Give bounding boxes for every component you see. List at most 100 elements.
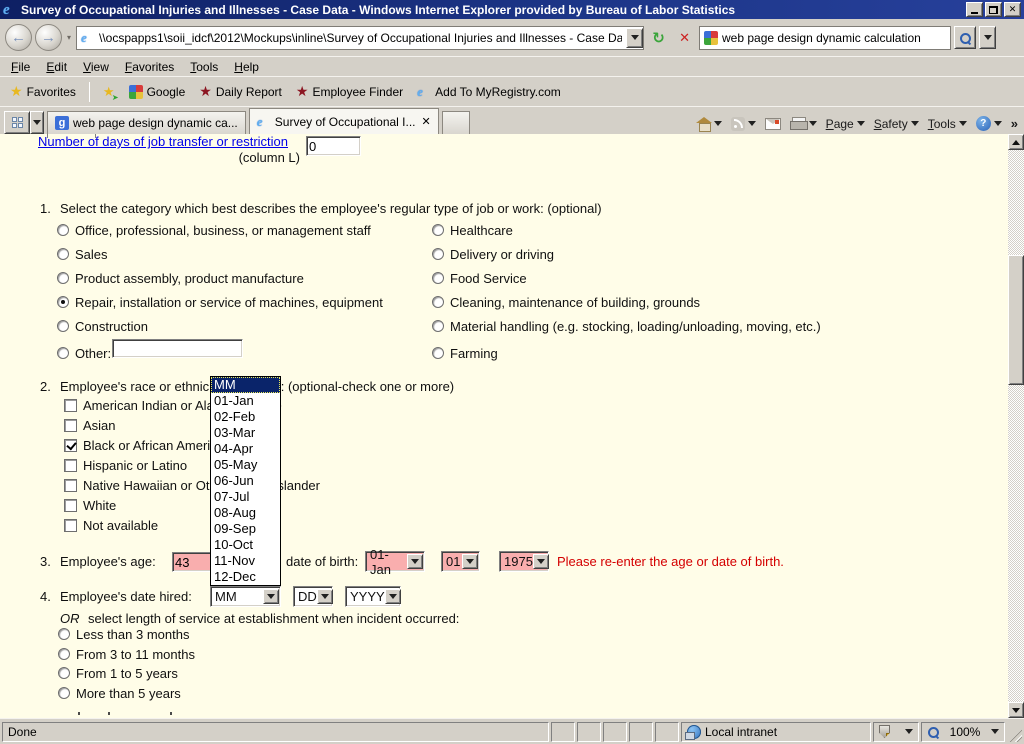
dropdown-item[interactable]: 11-Nov [211,553,280,569]
tab-list-dropdown[interactable] [30,111,44,134]
dropdown-item[interactable]: 05-May [211,457,280,473]
q1-option-selected[interactable]: Repair, installation or service of machi… [57,294,383,310]
menu-edit[interactable]: Edit [38,58,75,76]
q2-option-selected[interactable]: Black or African American [64,437,231,453]
favorites-button[interactable]: ★ Favorites [6,81,80,102]
dropdown-item[interactable]: 02-Feb [211,409,280,425]
stop-button[interactable]: ✕ [673,26,696,49]
menu-favorites[interactable]: Favorites [117,58,182,76]
vertical-scrollbar[interactable] [1008,134,1024,718]
radio-icon[interactable] [432,296,444,308]
radio-icon[interactable] [432,272,444,284]
dropdown-item[interactable]: 06-Jun [211,473,280,489]
radio-icon[interactable] [432,248,444,260]
print-button[interactable] [790,117,817,130]
checkbox-icon[interactable] [64,459,77,472]
q4-option[interactable]: More than 5 years [58,685,181,701]
checkbox-icon[interactable] [64,499,77,512]
q1-option[interactable]: Healthcare [432,222,513,238]
q1-option[interactable]: Food Service [432,270,527,286]
minimize-button[interactable] [966,2,983,17]
dropdown-item-selected[interactable]: MM [211,377,280,393]
read-mail-button[interactable] [765,118,781,130]
dob-year-select[interactable]: 1975 [499,551,549,572]
q4-option[interactable]: From 3 to 11 months [58,646,195,662]
q2-option[interactable]: Not available [64,517,158,533]
tools-menu-button[interactable]: Tools [928,117,967,131]
search-options-dropdown[interactable] [979,26,996,49]
dropdown-item[interactable]: 08-Aug [211,505,280,521]
radio-icon[interactable] [58,648,70,660]
radio-icon[interactable] [57,347,69,359]
dob-month-select[interactable]: 01-Jan [365,551,425,572]
dropdown-item[interactable]: 10-Oct [211,537,280,553]
radio-checked-icon[interactable] [57,296,69,308]
checkbox-icon[interactable] [64,399,77,412]
radio-icon[interactable] [432,320,444,332]
dropdown-item[interactable]: 07-Jul [211,489,280,505]
radio-icon[interactable] [57,320,69,332]
dropdown-button[interactable] [462,554,478,569]
dropdown-button[interactable] [263,589,279,604]
q1-option-other[interactable]: Other: [57,345,111,361]
q1-option[interactable]: Material handling (e.g. stocking, loadin… [432,318,821,334]
q1-option[interactable]: Farming [432,345,498,361]
radio-icon[interactable] [57,248,69,260]
dropdown-item[interactable]: 01-Jan [211,393,280,409]
q1-option[interactable]: Sales [57,246,108,262]
checkbox-icon[interactable] [64,479,77,492]
close-button[interactable]: ✕ [1004,2,1021,17]
q1-other-input[interactable] [112,339,243,358]
tab-survey-active[interactable]: e Survey of Occupational I... ✕ [249,108,439,134]
restore-button[interactable] [985,2,1002,17]
dropdown-item[interactable]: 09-Sep [211,521,280,537]
scroll-down-button[interactable] [1008,702,1024,718]
back-button[interactable]: ← [5,24,32,51]
dropdown-item[interactable]: 12-Dec [211,569,280,585]
checkbox-checked-icon[interactable] [64,439,77,452]
radio-icon[interactable] [58,687,70,699]
home-button[interactable] [696,117,722,130]
favorite-link-daily-report[interactable]: ★ Daily Report [195,81,286,102]
hired-year-select[interactable]: YYYY [345,586,401,607]
add-to-favorites-bar-button[interactable]: ★ [99,82,119,102]
favorite-link-employee-finder[interactable]: ★ Employee Finder [292,81,407,102]
toolbar-overflow-button[interactable]: » [1011,116,1018,131]
forward-button[interactable]: → [35,24,62,51]
dob-day-select[interactable]: 01 [441,551,480,572]
hired-month-select[interactable]: MM [210,586,281,607]
q2-option[interactable]: Hispanic or Latino [64,457,187,473]
menu-tools[interactable]: Tools [182,58,226,76]
zoom-panel[interactable]: 100% [921,722,1005,742]
q1-option[interactable]: Construction [57,318,148,334]
address-dropdown-button[interactable] [626,28,643,48]
q4-option[interactable]: Less than 3 months [58,626,189,642]
radio-icon[interactable] [432,224,444,236]
dropdown-button[interactable] [317,589,333,604]
search-box[interactable]: web page design dynamic calculation [699,26,951,50]
tab-google-search[interactable]: g web page design dynamic ca... [47,111,246,134]
radio-icon[interactable] [57,224,69,236]
checkbox-icon[interactable] [64,419,77,432]
dropdown-button[interactable] [385,589,401,604]
radio-icon[interactable] [58,628,70,640]
radio-icon[interactable] [432,347,444,359]
new-tab-stub[interactable] [442,111,470,134]
dropdown-item[interactable]: 03-Mar [211,425,280,441]
protected-mode-panel[interactable] [873,722,919,742]
q2-option[interactable]: Asian [64,417,116,433]
jobdays-input[interactable] [306,136,361,156]
scrollbar-thumb[interactable] [1008,255,1024,385]
dropdown-button[interactable] [407,554,423,569]
dropdown-button[interactable] [533,554,549,569]
menu-view[interactable]: View [75,58,117,76]
help-menu-button[interactable]: ? [976,116,1002,131]
menu-help[interactable]: Help [226,58,267,76]
address-url[interactable]: \\ocspapps1\soii_idcf\2012\Mockups\inlin… [99,31,622,45]
q4-option[interactable]: From 1 to 5 years [58,665,178,681]
favorite-link-myregistry[interactable]: e Add To MyRegistry.com [413,83,565,101]
dropdown-item[interactable]: 04-Apr [211,441,280,457]
checkbox-icon[interactable] [64,519,77,532]
hired-day-select[interactable]: DD [293,586,333,607]
address-field[interactable]: e \\ocspapps1\soii_idcf\2012\Mockups\inl… [76,26,644,50]
